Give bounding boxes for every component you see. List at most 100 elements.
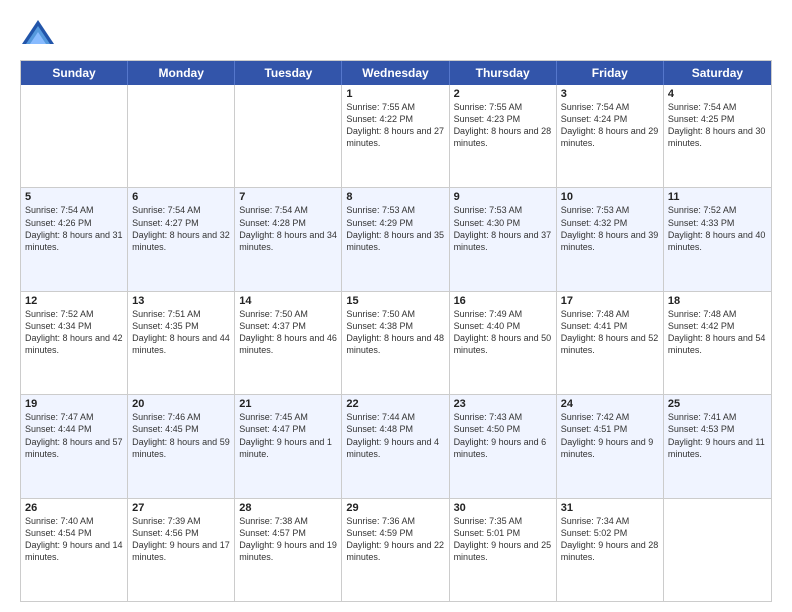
cell-daylight-info: Sunrise: 7:54 AM Sunset: 4:25 PM Dayligh… <box>668 101 767 150</box>
calendar-row-4: 26Sunrise: 7:40 AM Sunset: 4:54 PM Dayli… <box>21 499 771 601</box>
day-number: 8 <box>346 191 444 203</box>
calendar-cell-29: 29Sunrise: 7:36 AM Sunset: 4:59 PM Dayli… <box>342 499 449 601</box>
day-number: 27 <box>132 502 230 514</box>
calendar-cell-4: 4Sunrise: 7:54 AM Sunset: 4:25 PM Daylig… <box>664 85 771 187</box>
calendar-cell-12: 12Sunrise: 7:52 AM Sunset: 4:34 PM Dayli… <box>21 292 128 394</box>
cell-daylight-info: Sunrise: 7:45 AM Sunset: 4:47 PM Dayligh… <box>239 411 337 460</box>
cell-daylight-info: Sunrise: 7:43 AM Sunset: 4:50 PM Dayligh… <box>454 411 552 460</box>
calendar-cell-empty-0-1 <box>128 85 235 187</box>
weekday-header-friday: Friday <box>557 61 664 85</box>
day-number: 21 <box>239 398 337 410</box>
cell-daylight-info: Sunrise: 7:53 AM Sunset: 4:29 PM Dayligh… <box>346 204 444 253</box>
calendar-cell-19: 19Sunrise: 7:47 AM Sunset: 4:44 PM Dayli… <box>21 395 128 497</box>
weekday-header-wednesday: Wednesday <box>342 61 449 85</box>
calendar-cell-1: 1Sunrise: 7:55 AM Sunset: 4:22 PM Daylig… <box>342 85 449 187</box>
cell-daylight-info: Sunrise: 7:54 AM Sunset: 4:28 PM Dayligh… <box>239 204 337 253</box>
calendar-cell-5: 5Sunrise: 7:54 AM Sunset: 4:26 PM Daylig… <box>21 188 128 290</box>
cell-daylight-info: Sunrise: 7:40 AM Sunset: 4:54 PM Dayligh… <box>25 515 123 564</box>
day-number: 10 <box>561 191 659 203</box>
logo-icon <box>20 16 56 52</box>
day-number: 20 <box>132 398 230 410</box>
calendar-row-1: 5Sunrise: 7:54 AM Sunset: 4:26 PM Daylig… <box>21 188 771 291</box>
day-number: 11 <box>668 191 767 203</box>
calendar-cell-empty-0-2 <box>235 85 342 187</box>
calendar-cell-18: 18Sunrise: 7:48 AM Sunset: 4:42 PM Dayli… <box>664 292 771 394</box>
day-number: 9 <box>454 191 552 203</box>
cell-daylight-info: Sunrise: 7:52 AM Sunset: 4:33 PM Dayligh… <box>668 204 767 253</box>
cell-daylight-info: Sunrise: 7:53 AM Sunset: 4:30 PM Dayligh… <box>454 204 552 253</box>
calendar-cell-2: 2Sunrise: 7:55 AM Sunset: 4:23 PM Daylig… <box>450 85 557 187</box>
day-number: 30 <box>454 502 552 514</box>
cell-daylight-info: Sunrise: 7:54 AM Sunset: 4:27 PM Dayligh… <box>132 204 230 253</box>
cell-daylight-info: Sunrise: 7:41 AM Sunset: 4:53 PM Dayligh… <box>668 411 767 460</box>
calendar-cell-15: 15Sunrise: 7:50 AM Sunset: 4:38 PM Dayli… <box>342 292 449 394</box>
day-number: 22 <box>346 398 444 410</box>
header <box>20 16 772 52</box>
day-number: 23 <box>454 398 552 410</box>
cell-daylight-info: Sunrise: 7:54 AM Sunset: 4:26 PM Dayligh… <box>25 204 123 253</box>
calendar-cell-26: 26Sunrise: 7:40 AM Sunset: 4:54 PM Dayli… <box>21 499 128 601</box>
calendar-cell-24: 24Sunrise: 7:42 AM Sunset: 4:51 PM Dayli… <box>557 395 664 497</box>
cell-daylight-info: Sunrise: 7:39 AM Sunset: 4:56 PM Dayligh… <box>132 515 230 564</box>
calendar-cell-8: 8Sunrise: 7:53 AM Sunset: 4:29 PM Daylig… <box>342 188 449 290</box>
calendar-cell-empty-4-6 <box>664 499 771 601</box>
cell-daylight-info: Sunrise: 7:34 AM Sunset: 5:02 PM Dayligh… <box>561 515 659 564</box>
calendar-body: 1Sunrise: 7:55 AM Sunset: 4:22 PM Daylig… <box>21 85 771 601</box>
page: SundayMondayTuesdayWednesdayThursdayFrid… <box>0 0 792 612</box>
calendar-cell-empty-0-0 <box>21 85 128 187</box>
day-number: 19 <box>25 398 123 410</box>
day-number: 15 <box>346 295 444 307</box>
weekday-header-saturday: Saturday <box>664 61 771 85</box>
cell-daylight-info: Sunrise: 7:54 AM Sunset: 4:24 PM Dayligh… <box>561 101 659 150</box>
cell-daylight-info: Sunrise: 7:51 AM Sunset: 4:35 PM Dayligh… <box>132 308 230 357</box>
day-number: 6 <box>132 191 230 203</box>
weekday-header-thursday: Thursday <box>450 61 557 85</box>
calendar-header: SundayMondayTuesdayWednesdayThursdayFrid… <box>21 61 771 85</box>
calendar-cell-9: 9Sunrise: 7:53 AM Sunset: 4:30 PM Daylig… <box>450 188 557 290</box>
calendar-cell-10: 10Sunrise: 7:53 AM Sunset: 4:32 PM Dayli… <box>557 188 664 290</box>
day-number: 17 <box>561 295 659 307</box>
calendar-cell-17: 17Sunrise: 7:48 AM Sunset: 4:41 PM Dayli… <box>557 292 664 394</box>
cell-daylight-info: Sunrise: 7:50 AM Sunset: 4:38 PM Dayligh… <box>346 308 444 357</box>
calendar-cell-31: 31Sunrise: 7:34 AM Sunset: 5:02 PM Dayli… <box>557 499 664 601</box>
cell-daylight-info: Sunrise: 7:38 AM Sunset: 4:57 PM Dayligh… <box>239 515 337 564</box>
cell-daylight-info: Sunrise: 7:55 AM Sunset: 4:22 PM Dayligh… <box>346 101 444 150</box>
cell-daylight-info: Sunrise: 7:42 AM Sunset: 4:51 PM Dayligh… <box>561 411 659 460</box>
day-number: 2 <box>454 88 552 100</box>
day-number: 3 <box>561 88 659 100</box>
calendar-row-3: 19Sunrise: 7:47 AM Sunset: 4:44 PM Dayli… <box>21 395 771 498</box>
day-number: 31 <box>561 502 659 514</box>
day-number: 29 <box>346 502 444 514</box>
day-number: 28 <box>239 502 337 514</box>
calendar-cell-23: 23Sunrise: 7:43 AM Sunset: 4:50 PM Dayli… <box>450 395 557 497</box>
day-number: 5 <box>25 191 123 203</box>
calendar-cell-16: 16Sunrise: 7:49 AM Sunset: 4:40 PM Dayli… <box>450 292 557 394</box>
cell-daylight-info: Sunrise: 7:44 AM Sunset: 4:48 PM Dayligh… <box>346 411 444 460</box>
calendar-cell-13: 13Sunrise: 7:51 AM Sunset: 4:35 PM Dayli… <box>128 292 235 394</box>
calendar-cell-28: 28Sunrise: 7:38 AM Sunset: 4:57 PM Dayli… <box>235 499 342 601</box>
calendar-cell-30: 30Sunrise: 7:35 AM Sunset: 5:01 PM Dayli… <box>450 499 557 601</box>
cell-daylight-info: Sunrise: 7:53 AM Sunset: 4:32 PM Dayligh… <box>561 204 659 253</box>
calendar-cell-3: 3Sunrise: 7:54 AM Sunset: 4:24 PM Daylig… <box>557 85 664 187</box>
day-number: 13 <box>132 295 230 307</box>
day-number: 18 <box>668 295 767 307</box>
cell-daylight-info: Sunrise: 7:55 AM Sunset: 4:23 PM Dayligh… <box>454 101 552 150</box>
cell-daylight-info: Sunrise: 7:36 AM Sunset: 4:59 PM Dayligh… <box>346 515 444 564</box>
cell-daylight-info: Sunrise: 7:48 AM Sunset: 4:42 PM Dayligh… <box>668 308 767 357</box>
calendar: SundayMondayTuesdayWednesdayThursdayFrid… <box>20 60 772 602</box>
weekday-header-monday: Monday <box>128 61 235 85</box>
cell-daylight-info: Sunrise: 7:48 AM Sunset: 4:41 PM Dayligh… <box>561 308 659 357</box>
weekday-header-sunday: Sunday <box>21 61 128 85</box>
day-number: 7 <box>239 191 337 203</box>
calendar-cell-27: 27Sunrise: 7:39 AM Sunset: 4:56 PM Dayli… <box>128 499 235 601</box>
day-number: 24 <box>561 398 659 410</box>
day-number: 12 <box>25 295 123 307</box>
day-number: 1 <box>346 88 444 100</box>
calendar-cell-14: 14Sunrise: 7:50 AM Sunset: 4:37 PM Dayli… <box>235 292 342 394</box>
cell-daylight-info: Sunrise: 7:46 AM Sunset: 4:45 PM Dayligh… <box>132 411 230 460</box>
calendar-cell-25: 25Sunrise: 7:41 AM Sunset: 4:53 PM Dayli… <box>664 395 771 497</box>
cell-daylight-info: Sunrise: 7:52 AM Sunset: 4:34 PM Dayligh… <box>25 308 123 357</box>
day-number: 26 <box>25 502 123 514</box>
calendar-row-2: 12Sunrise: 7:52 AM Sunset: 4:34 PM Dayli… <box>21 292 771 395</box>
cell-daylight-info: Sunrise: 7:50 AM Sunset: 4:37 PM Dayligh… <box>239 308 337 357</box>
